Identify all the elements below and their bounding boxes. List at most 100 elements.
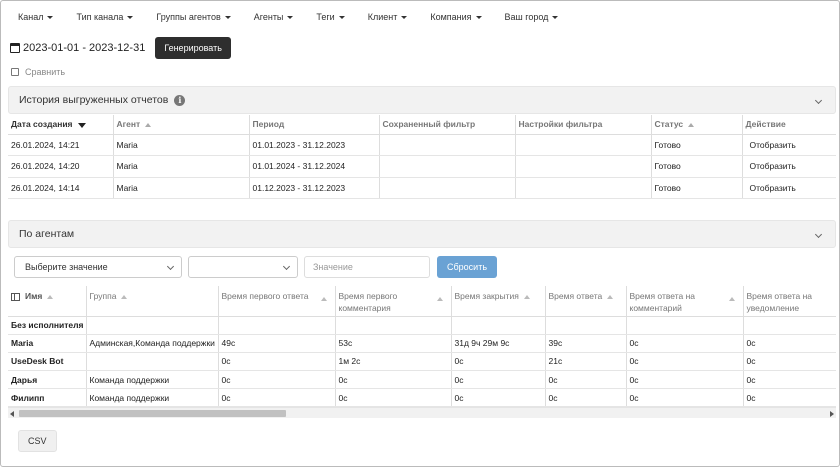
filter-channel[interactable]: Канал bbox=[18, 12, 54, 22]
agents-panel-header[interactable]: По агентам bbox=[8, 220, 836, 248]
cell-period: 01.01.2023 - 31.12.2023 bbox=[248, 134, 379, 156]
value-input[interactable]: Значение bbox=[304, 256, 430, 278]
scrollbar-thumb[interactable] bbox=[19, 410, 286, 417]
cell-group bbox=[85, 352, 218, 372]
column-select-value: Выберите значение bbox=[25, 262, 108, 272]
cell-first-comment: 0с bbox=[334, 388, 451, 408]
columns-icon[interactable] bbox=[11, 292, 20, 301]
cell-first-comment: 1м 2с bbox=[334, 352, 451, 372]
operator-select[interactable] bbox=[188, 256, 298, 278]
filter-label: Канал bbox=[18, 12, 44, 22]
cell-status: Готово bbox=[650, 177, 742, 199]
col-close-time[interactable]: Время закрытия bbox=[450, 286, 545, 317]
column-select[interactable]: Выберите значение bbox=[14, 256, 182, 278]
col-agent[interactable]: Агент bbox=[112, 115, 249, 135]
scroll-right-icon[interactable] bbox=[830, 411, 834, 417]
caret-down-icon bbox=[338, 16, 345, 20]
col-comment-response[interactable]: Время ответа на комментарий bbox=[625, 286, 743, 317]
sort-asc-icon[interactable] bbox=[47, 294, 54, 299]
generate-button[interactable]: Генерировать bbox=[155, 37, 231, 59]
cell-close-time: 31д 9ч 29м 9с bbox=[450, 334, 545, 353]
date-range-row: 2023-01-01 - 2023-12-31 Генерировать bbox=[10, 37, 231, 59]
cell-notice-response: 0с bbox=[742, 370, 836, 390]
cell-filter-settings bbox=[514, 177, 651, 199]
col-created[interactable]: Дата создания bbox=[8, 115, 113, 135]
chevron-down-icon[interactable] bbox=[814, 96, 823, 105]
sort-asc-icon[interactable] bbox=[436, 297, 443, 301]
sort-desc-icon[interactable] bbox=[77, 122, 86, 128]
filter-agents[interactable]: Агенты bbox=[254, 12, 294, 22]
agents-table: Имя Группа Время первого ответа Время пе… bbox=[8, 286, 836, 408]
col-first-comment[interactable]: Время первого комментария bbox=[334, 286, 451, 317]
cell-name: UseDesk Bot bbox=[8, 352, 86, 372]
col-status[interactable]: Статус bbox=[650, 115, 742, 135]
scroll-left-icon[interactable] bbox=[10, 411, 14, 417]
horizontal-scrollbar[interactable] bbox=[8, 407, 836, 418]
cell-comment-response: 0с bbox=[625, 334, 743, 353]
cell-notice-response bbox=[742, 316, 836, 335]
cell-notice-response: 0с bbox=[742, 352, 836, 372]
compare-checkbox[interactable] bbox=[11, 68, 19, 76]
filter-tags[interactable]: Теги bbox=[316, 12, 345, 22]
history-table: Дата создания Агент Период Сохраненный ф… bbox=[8, 115, 836, 199]
info-icon[interactable]: i bbox=[174, 94, 186, 106]
table-row: Без исполнителя bbox=[8, 316, 836, 335]
filter-bar: Канал Тип канала Группы агентов Агенты Т… bbox=[18, 12, 581, 22]
caret-down-icon bbox=[224, 16, 231, 20]
table-row: 26.01.2024, 14:21 Maria 01.01.2023 - 31.… bbox=[8, 134, 836, 156]
calendar-icon[interactable] bbox=[10, 43, 20, 53]
show-report-link[interactable]: Отобразить bbox=[741, 155, 836, 178]
sort-asc-icon[interactable] bbox=[728, 297, 735, 301]
cell-response bbox=[544, 316, 626, 335]
cell-group: Команда поддержки bbox=[85, 388, 218, 408]
cell-first-response: 0с bbox=[217, 352, 335, 372]
chevron-down-icon bbox=[282, 262, 291, 271]
cell-notice-response: 0с bbox=[742, 388, 836, 408]
compare-toggle[interactable]: Сравнить bbox=[11, 67, 65, 77]
sort-asc-icon[interactable] bbox=[607, 294, 614, 299]
cell-created: 26.01.2024, 14:20 bbox=[8, 155, 113, 178]
reset-button[interactable]: Сбросить bbox=[437, 256, 498, 278]
sort-asc-icon[interactable] bbox=[688, 123, 695, 127]
value-input-placeholder: Значение bbox=[313, 262, 353, 272]
csv-export-button[interactable]: CSV bbox=[18, 430, 57, 452]
cell-filter-settings bbox=[514, 134, 651, 156]
cell-comment-response: 0с bbox=[625, 370, 743, 390]
chevron-down-icon[interactable] bbox=[814, 230, 823, 239]
sort-asc-icon[interactable] bbox=[121, 294, 128, 299]
col-label: Время закрытия bbox=[454, 291, 519, 301]
show-report-link[interactable]: Отобразить bbox=[741, 134, 836, 156]
col-response[interactable]: Время ответа bbox=[544, 286, 626, 317]
date-range-picker[interactable]: 2023-01-01 - 2023-12-31 bbox=[23, 42, 145, 54]
caret-down-icon bbox=[401, 16, 408, 20]
compare-label: Сравнить bbox=[25, 67, 66, 77]
agent-filter-row: Выберите значение Значение Сбросить bbox=[14, 256, 498, 278]
cell-first-comment bbox=[334, 316, 451, 335]
cell-saved-filter bbox=[378, 134, 515, 156]
caret-down-icon bbox=[47, 16, 54, 20]
sort-asc-icon[interactable] bbox=[320, 297, 327, 301]
cell-first-response: 49с bbox=[217, 334, 335, 353]
col-label: Период bbox=[252, 119, 285, 130]
col-label: Время ответа на уведомление bbox=[746, 291, 813, 313]
show-report-link[interactable]: Отобразить bbox=[741, 177, 836, 199]
history-panel-header[interactable]: История выгруженных отчетов i bbox=[8, 86, 836, 114]
sort-asc-icon[interactable] bbox=[145, 123, 152, 127]
filter-city[interactable]: Ваш город bbox=[505, 12, 559, 22]
filter-channel-type[interactable]: Тип канала bbox=[76, 12, 134, 22]
col-label: Время ответа на комментарий bbox=[629, 291, 696, 313]
col-first-response[interactable]: Время первого ответа bbox=[217, 286, 335, 317]
cell-group bbox=[85, 316, 218, 335]
cell-close-time bbox=[450, 316, 545, 335]
col-name[interactable]: Имя bbox=[8, 286, 86, 317]
col-notice-response[interactable]: Время ответа на уведомление bbox=[742, 286, 836, 317]
filter-client[interactable]: Клиент bbox=[368, 12, 408, 22]
sort-asc-icon[interactable] bbox=[523, 294, 530, 299]
filter-agent-groups[interactable]: Группы агентов bbox=[156, 12, 231, 22]
cell-period: 01.01.2024 - 31.12.2024 bbox=[248, 155, 379, 178]
col-label: Время ответа bbox=[548, 291, 603, 301]
caret-down-icon bbox=[127, 16, 134, 20]
filter-company[interactable]: Компания bbox=[430, 12, 482, 22]
col-group[interactable]: Группа bbox=[85, 286, 218, 317]
table-row: Филипп Команда поддержки 0с 0с 0с 0с 0с … bbox=[8, 388, 836, 408]
